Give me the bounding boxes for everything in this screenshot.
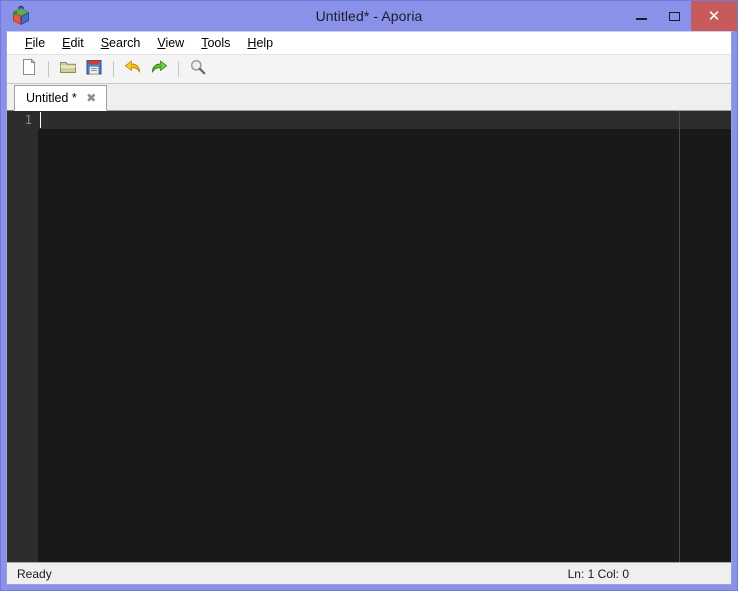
tab-close-icon[interactable]: ✖ bbox=[85, 92, 98, 105]
search-button[interactable] bbox=[185, 57, 211, 81]
title-bar: Untitled* - Aporia ✕ bbox=[1, 1, 737, 31]
menu-help-rest: elp bbox=[256, 36, 274, 50]
status-bar: Ready Ln: 1 Col: 0 bbox=[7, 562, 731, 584]
menu-file-accel: F bbox=[25, 36, 33, 50]
current-line-highlight bbox=[38, 111, 731, 129]
minimize-button[interactable] bbox=[625, 1, 658, 31]
save-file-icon bbox=[85, 58, 103, 81]
text-caret bbox=[40, 112, 41, 128]
code-area[interactable] bbox=[38, 111, 731, 562]
client-area: File Edit Search View Tools Help Untitle… bbox=[6, 31, 732, 585]
search-icon bbox=[189, 58, 207, 81]
line-number-gutter: 1 bbox=[7, 111, 38, 562]
menu-view[interactable]: View bbox=[149, 34, 193, 52]
margin-guide-line bbox=[679, 111, 680, 562]
application-window: Untitled* - Aporia ✕ File Edit Search Vi… bbox=[0, 0, 738, 591]
maximize-button[interactable] bbox=[658, 1, 691, 31]
tab-bar-filler bbox=[106, 88, 731, 111]
maximize-icon bbox=[669, 11, 680, 21]
close-icon: ✕ bbox=[707, 6, 721, 25]
tab-label: Untitled * bbox=[26, 91, 77, 105]
editor[interactable]: 1 bbox=[7, 111, 731, 562]
new-file-button[interactable] bbox=[16, 57, 42, 81]
menu-tools-rest: ools bbox=[207, 36, 231, 50]
menu-tools[interactable]: Tools bbox=[193, 34, 239, 52]
toolbar-separator bbox=[48, 61, 49, 77]
menu-help[interactable]: Help bbox=[239, 34, 282, 52]
open-file-icon bbox=[59, 58, 77, 81]
menu-file-rest: ile bbox=[32, 36, 46, 50]
toolbar bbox=[7, 54, 731, 84]
line-number: 1 bbox=[24, 113, 32, 127]
minimize-icon bbox=[636, 18, 647, 20]
menu-edit-rest: dit bbox=[70, 36, 84, 50]
status-message: Ready bbox=[17, 566, 52, 581]
menu-bar: File Edit Search View Tools Help bbox=[7, 32, 731, 54]
redo-button[interactable] bbox=[146, 57, 172, 81]
menu-view-rest: iew bbox=[165, 36, 185, 50]
cursor-position: Ln: 1 Col: 0 bbox=[567, 566, 629, 581]
menu-file[interactable]: File bbox=[17, 34, 54, 52]
window-controls: ✕ bbox=[625, 1, 737, 31]
open-file-button[interactable] bbox=[55, 57, 81, 81]
app-cube-icon bbox=[10, 5, 32, 27]
menu-edit-accel: E bbox=[62, 36, 71, 50]
redo-icon bbox=[150, 58, 168, 81]
save-file-button[interactable] bbox=[81, 57, 107, 81]
menu-search-accel: S bbox=[100, 36, 110, 50]
tab-bar: Untitled * ✖ bbox=[7, 84, 731, 111]
menu-search-rest: earch bbox=[109, 36, 141, 50]
toolbar-separator bbox=[113, 61, 114, 77]
menu-search[interactable]: Search bbox=[93, 34, 150, 52]
toolbar-separator bbox=[178, 61, 179, 77]
close-button[interactable]: ✕ bbox=[691, 1, 737, 31]
menu-edit[interactable]: Edit bbox=[54, 34, 93, 52]
undo-icon bbox=[124, 58, 142, 81]
new-file-icon bbox=[20, 57, 38, 81]
undo-button[interactable] bbox=[120, 57, 146, 81]
tab-untitled[interactable]: Untitled * ✖ bbox=[14, 85, 107, 111]
